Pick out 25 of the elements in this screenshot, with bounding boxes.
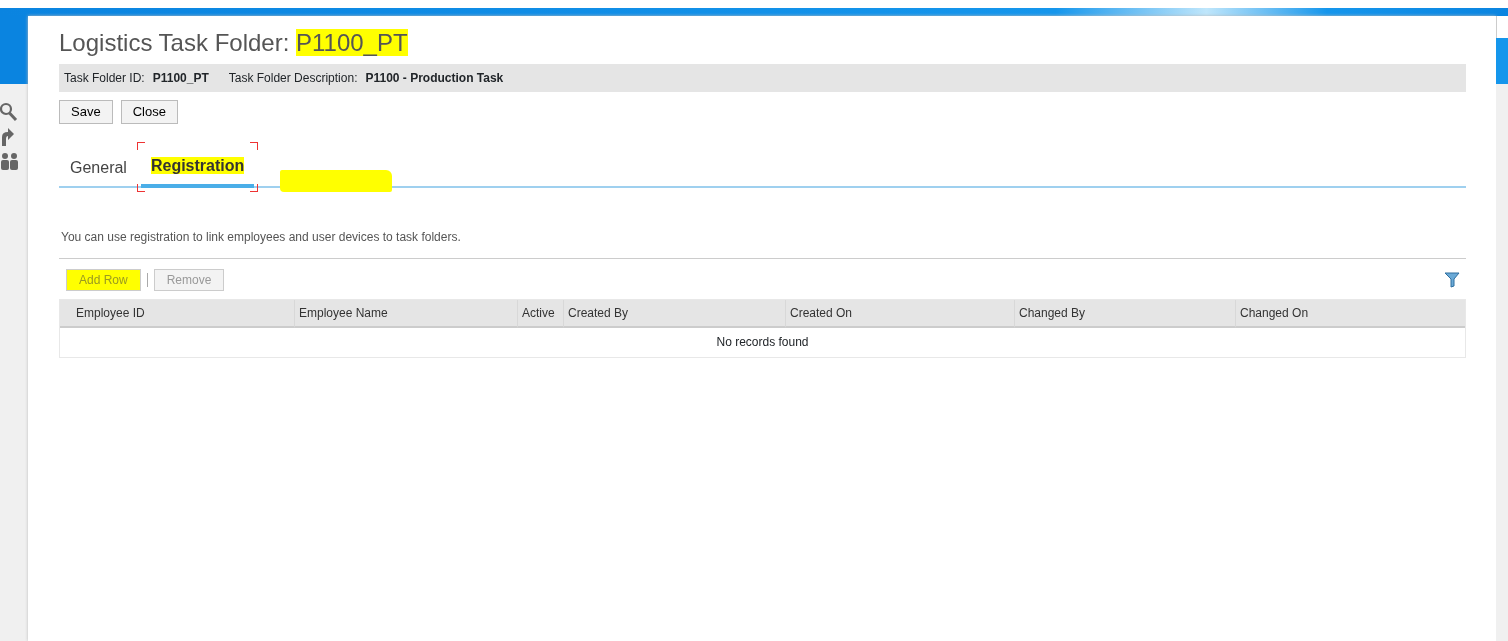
description-text: You can use registration to link employees and user devices to task folders. (61, 229, 462, 246)
tab[interactable]: General (68, 156, 129, 186)
filter-icon[interactable] (1444, 272, 1460, 289)
column-header[interactable]: Created By (563, 300, 785, 329)
curved-arrow-icon[interactable] (0, 128, 14, 146)
column-header[interactable]: Active (517, 300, 563, 329)
people-icon[interactable] (0, 152, 20, 170)
page-title: Logistics Task Folder: (59, 29, 290, 56)
close-button[interactable]: Close (120, 100, 178, 124)
field-label: Task Folder ID: (64, 70, 145, 88)
folder-id-title: P1100_PT (296, 29, 408, 56)
field-label: Task Folder Description: (228, 70, 358, 88)
sidebar-header (0, 16, 28, 84)
empty-table-message: No records found (715, 334, 810, 352)
field-value: P1100 - Production Task (365, 70, 504, 88)
column-header[interactable]: Created On (785, 300, 1014, 329)
search-icon[interactable] (0, 102, 18, 122)
column-header[interactable]: Changed By (1014, 300, 1235, 329)
side-panel-header (1496, 38, 1508, 84)
column-header[interactable]: Employee ID (72, 300, 294, 329)
field-value: P1100_PT (152, 70, 209, 88)
column-header[interactable]: Changed On (1235, 300, 1465, 329)
save-button[interactable]: Save (59, 100, 113, 124)
tab[interactable]: Registration (140, 154, 255, 188)
column-header[interactable]: Employee Name (294, 300, 517, 329)
